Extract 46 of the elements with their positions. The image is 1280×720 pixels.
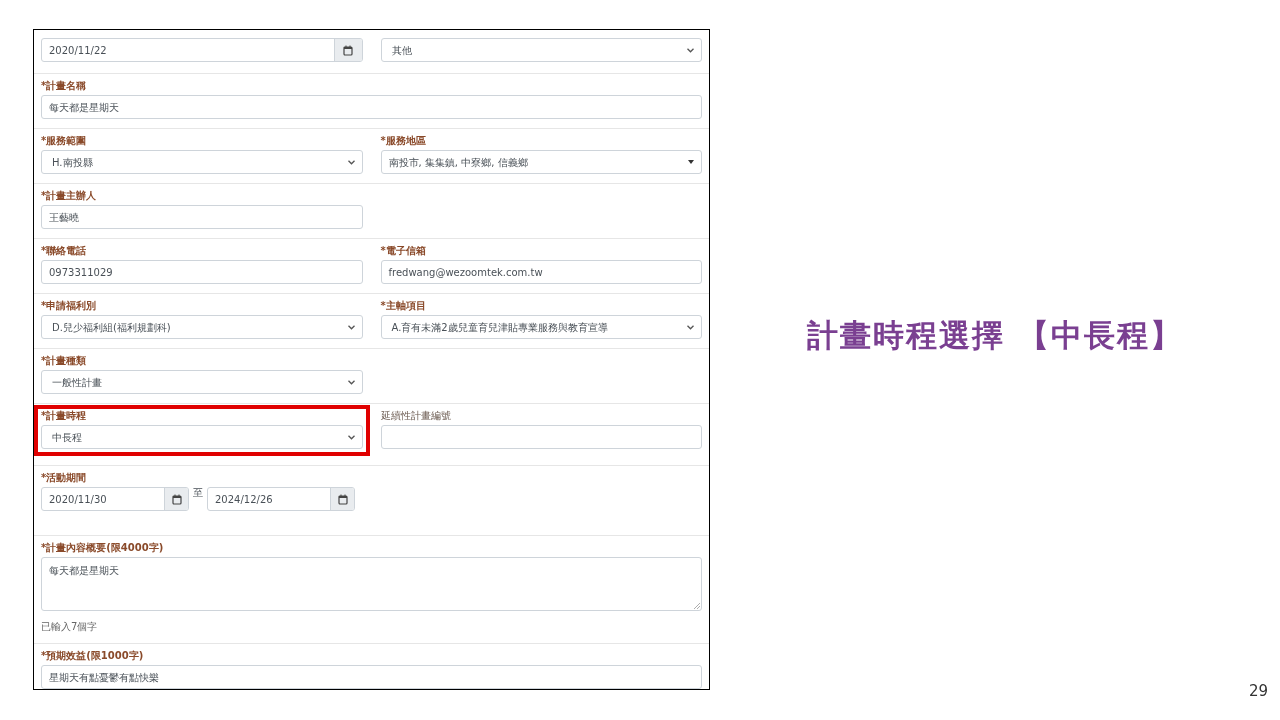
select-field[interactable]: A.育有未滿2歲兒童育兒津貼專業服務與教育宣導	[380, 315, 702, 339]
calendar-icon	[171, 493, 182, 505]
field-label: *計畫種類	[41, 355, 88, 367]
date-field[interactable]: 2024/12/26	[207, 487, 355, 511]
character-count: 已輸入7個字	[41, 620, 99, 634]
input-field[interactable]: 星期天有點憂鬱有點快樂	[41, 665, 702, 689]
input-field[interactable]	[380, 425, 702, 449]
date-field[interactable]: 2020/11/22	[41, 38, 363, 62]
chevron-down-icon	[347, 379, 355, 385]
input-field[interactable]: 每天都是星期天	[41, 95, 702, 119]
field-label: *計畫名稱	[41, 80, 88, 92]
select-field[interactable]: D.兒少福利組(福利規劃科)	[41, 315, 363, 339]
field-label: *預期效益(限1000字)	[41, 650, 145, 662]
chevron-down-icon	[687, 47, 694, 53]
field-label: 延續性計畫編號	[380, 410, 452, 422]
field-label: *服務地區	[380, 135, 427, 147]
slide-title: 計畫時程選擇 【中長程】	[807, 315, 1183, 355]
select-field[interactable]: H.南投縣	[41, 150, 363, 174]
select-field[interactable]: 一般性計畫	[41, 370, 363, 394]
field-label: *電子信箱	[380, 245, 427, 257]
field-label: *服務範圍	[41, 135, 88, 147]
input-field[interactable]: 0973311029	[41, 260, 363, 284]
field-label: *活動期間	[41, 472, 88, 484]
field-label: *計畫內容概要(限4000字)	[41, 542, 165, 554]
field-label: *聯絡電話	[41, 245, 88, 257]
range-separator: 至	[193, 486, 203, 500]
chevron-down-icon	[347, 159, 355, 165]
select-field[interactable]: 中長程	[41, 425, 363, 449]
field-label: *計畫主辦人	[41, 190, 98, 202]
chevron-down-icon	[347, 324, 355, 330]
input-field[interactable]: fredwang@wezoomtek.com.tw	[380, 260, 702, 284]
caret-down-icon	[688, 160, 694, 164]
page-number: 29	[1248, 680, 1268, 702]
select-field[interactable]: 其他	[380, 38, 702, 62]
calendar-icon	[343, 44, 353, 56]
resize-handle-icon	[694, 603, 700, 609]
chevron-down-icon	[347, 434, 355, 440]
calendar-icon	[337, 493, 348, 505]
text-area[interactable]: 每天都是星期天	[41, 557, 702, 611]
field-label: *計畫時程	[41, 410, 88, 422]
date-field[interactable]: 2020/11/30	[41, 487, 189, 511]
field-label: *申請福利別	[41, 300, 98, 312]
chevron-down-icon	[687, 324, 694, 330]
select-field[interactable]: 南投市, 集集鎮, 中寮鄉, 信義鄉	[380, 150, 702, 174]
field-label: *主軸項目	[380, 300, 427, 312]
input-field[interactable]: 王藝曉	[41, 205, 363, 229]
